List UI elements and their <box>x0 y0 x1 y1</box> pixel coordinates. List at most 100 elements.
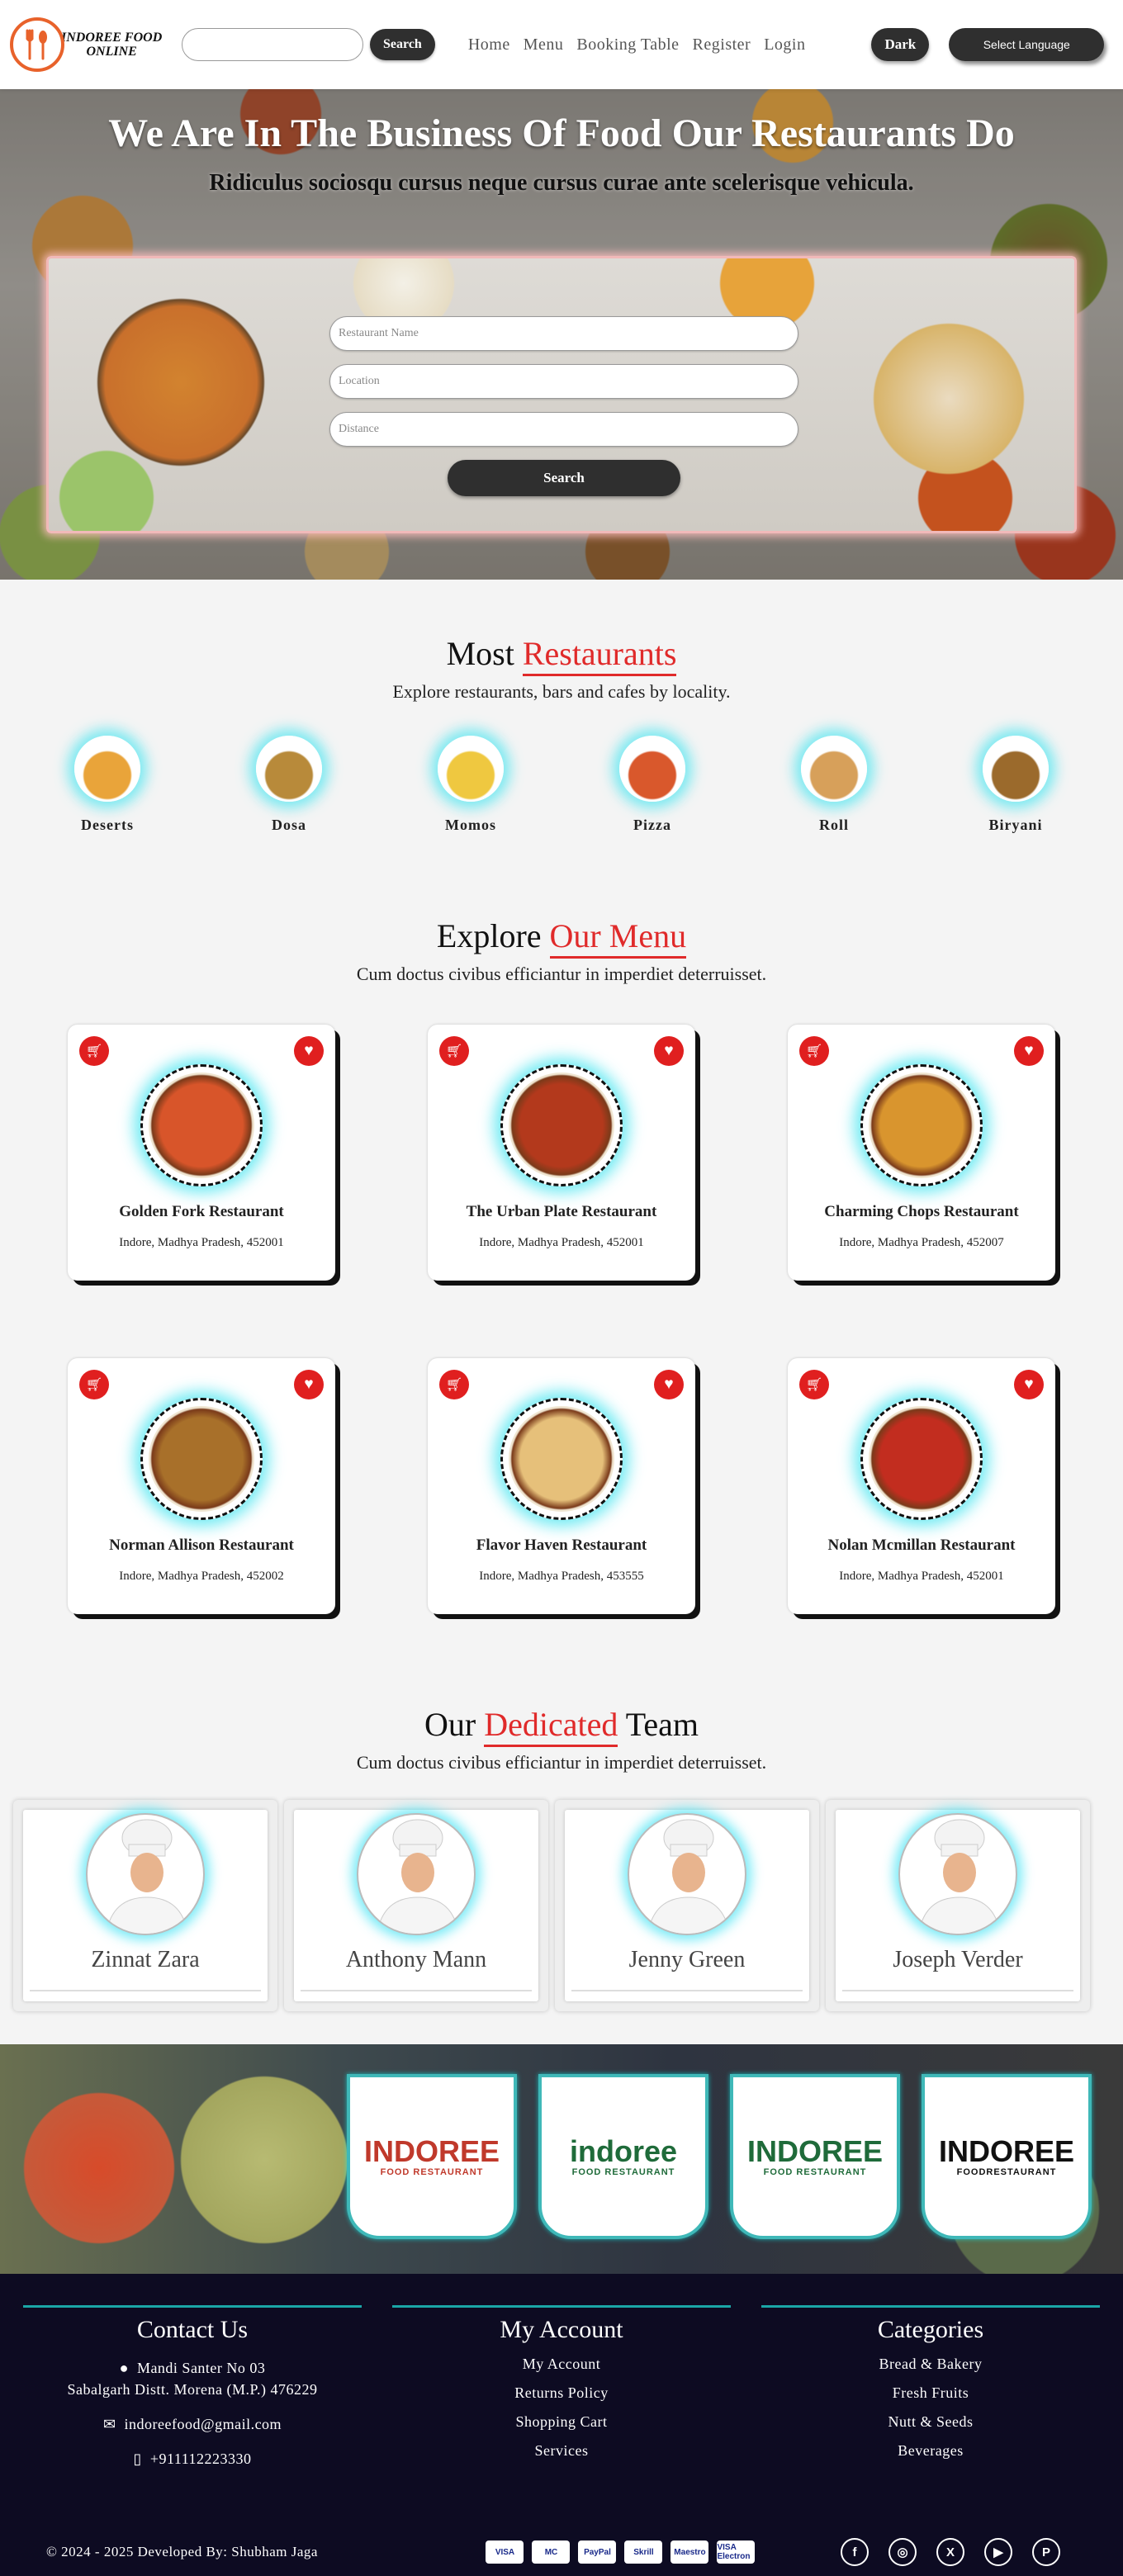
restaurant-card[interactable]: 🛒︎ ♥ The Urban Plate Restaurant Indore, Mad… <box>428 1025 695 1281</box>
site-footer: Contact Us ● Mandi Santer No 03 Sabalgarh… <box>0 2274 1123 2576</box>
dish-image <box>500 1398 623 1520</box>
payment-card-icon: MC <box>532 2540 571 2564</box>
heart-icon[interactable]: ♥ <box>1014 1036 1044 1066</box>
link-beverages[interactable]: Beverages <box>761 2442 1100 2460</box>
title-plain: Our <box>424 1706 476 1743</box>
title-accent: Dedicated <box>484 1706 618 1747</box>
divider <box>571 1990 803 1991</box>
heart-icon[interactable]: ♥ <box>294 1370 324 1399</box>
brand-carousel: INDOREE FOOD RESTAURANT indoree FOOD RESTAU… <box>0 2044 1123 2274</box>
cart-icon[interactable]: 🛒︎ <box>799 1036 829 1066</box>
language-select[interactable]: Select Language <box>949 28 1105 61</box>
phone[interactable]: ▯ +911112223330 <box>23 2448 362 2469</box>
dish-image <box>140 1398 263 1520</box>
instagram-icon[interactable]: ◎ <box>888 2538 917 2566</box>
logo-text-line2: ONLINE <box>86 45 137 59</box>
dark-mode-button[interactable]: Dark <box>871 28 930 61</box>
search-button[interactable]: Search <box>370 29 435 60</box>
category-item[interactable]: Deserts <box>50 736 165 834</box>
footer-contact: Contact Us ● Mandi Santer No 03 Sabalgarh… <box>23 2305 362 2469</box>
cart-icon[interactable]: 🛒︎ <box>439 1036 469 1066</box>
category-item[interactable]: Biryani <box>958 736 1073 834</box>
dessert-icon <box>74 736 140 802</box>
logo-text-line1: INDOREE FOOD <box>61 31 163 45</box>
youtube-icon[interactable]: ▶ <box>984 2538 1012 2566</box>
search-input[interactable] <box>182 28 363 61</box>
link-bread-bakery[interactable]: Bread & Bakery <box>761 2356 1100 2373</box>
brand-logo-card[interactable]: INDOREE FOODRESTAURANT <box>922 2074 1092 2239</box>
hero-subtitle: Ridiculus sociosqu cursus neque cursus c… <box>209 170 914 196</box>
nav-booking-table[interactable]: Booking Table <box>576 36 679 54</box>
dish-image <box>860 1398 983 1520</box>
x-icon[interactable]: X <box>936 2538 964 2566</box>
location-field[interactable]: Location <box>329 364 798 399</box>
heart-icon[interactable]: ♥ <box>1014 1370 1044 1399</box>
restaurant-card[interactable]: 🛒︎ ♥ Charming Chops Restaurant Indore, Madh… <box>788 1025 1055 1281</box>
restaurant-card[interactable]: 🛒︎ ♥ Nolan Mcmillan Restaurant Indore, Madh… <box>788 1358 1055 1614</box>
payment-card-icon: VISA <box>486 2540 524 2564</box>
restaurant-card[interactable]: 🛒︎ ♥ Norman Allison Restaurant Indore, Madh… <box>68 1358 335 1614</box>
payment-card-icon: PayPal <box>578 2540 617 2564</box>
brand-logo-card[interactable]: INDOREE FOOD RESTAURANT <box>347 2074 517 2239</box>
chef-avatar <box>898 1813 1017 1935</box>
restaurant-search-form: Restaurant Name Location Distance Search <box>329 316 798 496</box>
logo-text: INDOREE FOOD ONLINE <box>61 31 162 59</box>
cart-icon[interactable]: 🛒︎ <box>799 1370 829 1399</box>
email[interactable]: ✉ indoreefood@gmail.com <box>23 2413 362 2435</box>
cart-icon[interactable]: 🛒︎ <box>79 1036 109 1066</box>
heart-icon[interactable]: ♥ <box>654 1036 684 1066</box>
momos-icon <box>438 736 504 802</box>
brand-logo: INDOREE FOOD RESTAURANT <box>364 2136 500 2178</box>
restaurant-address: Indore, Madhya Pradesh, 452001 <box>119 1236 284 1249</box>
member-name: Joseph Verder <box>893 1947 1023 1972</box>
restaurant-name: Norman Allison Restaurant <box>109 1537 294 1554</box>
cart-icon[interactable]: 🛒︎ <box>439 1370 469 1399</box>
restaurant-card[interactable]: 🛒︎ ♥ Golden Fork Restaurant Indore, Madhya … <box>68 1025 335 1281</box>
link-shopping-cart[interactable]: Shopping Cart <box>392 2413 731 2431</box>
distance-field[interactable]: Distance <box>329 412 798 447</box>
nav-home[interactable]: Home <box>468 36 510 54</box>
pinterest-icon[interactable]: P <box>1032 2538 1060 2566</box>
restaurant-card[interactable]: 🛒︎ ♥ Flavor Haven Restaurant Indore, Madhya… <box>428 1358 695 1614</box>
section-subtitle: Cum doctus civibus efficiantur in imperd… <box>356 964 767 984</box>
team-member-card: Zinnat Zara <box>13 1800 277 2011</box>
category-item[interactable]: Dosa <box>231 736 347 834</box>
restaurant-name-field[interactable]: Restaurant Name <box>329 316 798 351</box>
category-item[interactable]: Roll <box>776 736 892 834</box>
footer-bottom: © 2024 - 2025 Developed By: Shubham Jaga… <box>46 2538 1077 2566</box>
team-member-inner: Anthony Mann <box>294 1810 538 2001</box>
nav-login[interactable]: Login <box>764 36 805 54</box>
footer-categories: Categories Bread & Bakery Fresh Fruits N… <box>761 2305 1100 2469</box>
logo[interactable]: INDOREE FOOD ONLINE <box>10 17 172 72</box>
chef-avatar <box>86 1813 205 1935</box>
category-label: Deserts <box>81 817 134 833</box>
category-item[interactable]: Momos <box>413 736 528 834</box>
brand-tagline: FOOD RESTAURANT <box>571 2167 675 2177</box>
category-label: Dosa <box>271 817 306 833</box>
map-pin-icon: ● <box>119 2360 129 2376</box>
restaurant-name: Charming Chops Restaurant <box>824 1203 1019 1220</box>
link-fresh-fruits[interactable]: Fresh Fruits <box>761 2384 1100 2402</box>
brand-track: INDOREE FOOD RESTAURANT indoree FOOD RESTAU… <box>347 2074 1092 2239</box>
restaurant-name: Flavor Haven Restaurant <box>476 1537 647 1554</box>
nav-register[interactable]: Register <box>693 36 751 54</box>
section-title: Most Restaurants <box>0 634 1123 676</box>
link-nutt-seeds[interactable]: Nutt & Seeds <box>761 2413 1100 2431</box>
team-member-inner: Zinnat Zara <box>23 1810 268 2001</box>
brand-logo-card[interactable]: indoree FOOD RESTAURANT <box>538 2074 708 2239</box>
hero-search-button[interactable]: Search <box>448 460 680 496</box>
nav-menu[interactable]: Menu <box>524 36 564 54</box>
team-member-card: Jenny Green <box>555 1800 819 2011</box>
roll-icon <box>801 736 867 802</box>
team-member-card: Joseph Verder <box>826 1800 1090 2011</box>
restaurant-cards: 🛒︎ ♥ Golden Fork Restaurant Indore, Madhya … <box>68 1025 1055 1614</box>
heart-icon[interactable]: ♥ <box>654 1370 684 1399</box>
link-returns-policy[interactable]: Returns Policy <box>392 2384 731 2402</box>
link-services[interactable]: Services <box>392 2442 731 2460</box>
cart-icon[interactable]: 🛒︎ <box>79 1370 109 1399</box>
facebook-icon[interactable]: f <box>841 2538 869 2566</box>
heart-icon[interactable]: ♥ <box>294 1036 324 1066</box>
category-item[interactable]: Pizza <box>595 736 710 834</box>
brand-logo-card[interactable]: INDOREE FOOD RESTAURANT <box>730 2074 900 2239</box>
link-my-account[interactable]: My Account <box>392 2356 731 2373</box>
